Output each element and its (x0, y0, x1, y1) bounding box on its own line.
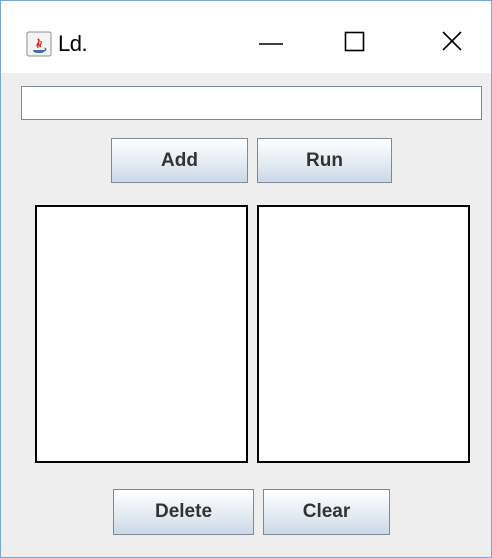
maximize-button[interactable] (326, 21, 384, 65)
command-input[interactable] (21, 86, 482, 120)
minimize-icon (259, 29, 283, 58)
close-button[interactable] (423, 21, 481, 65)
minimize-button[interactable] (242, 21, 300, 65)
window-title: Ld. (58, 31, 88, 56)
delete-button[interactable]: Delete (113, 489, 254, 535)
app-window: Ld. Add Run Delete Clear (0, 0, 492, 558)
title-bar[interactable]: Ld. (1, 1, 491, 73)
add-button[interactable]: Add (111, 138, 248, 183)
right-list[interactable] (257, 205, 470, 463)
java-icon[interactable] (26, 31, 52, 57)
run-button[interactable]: Run (257, 138, 392, 183)
maximize-icon (343, 29, 367, 58)
left-list[interactable] (35, 205, 248, 463)
close-icon (440, 29, 464, 58)
clear-button[interactable]: Clear (263, 489, 390, 535)
